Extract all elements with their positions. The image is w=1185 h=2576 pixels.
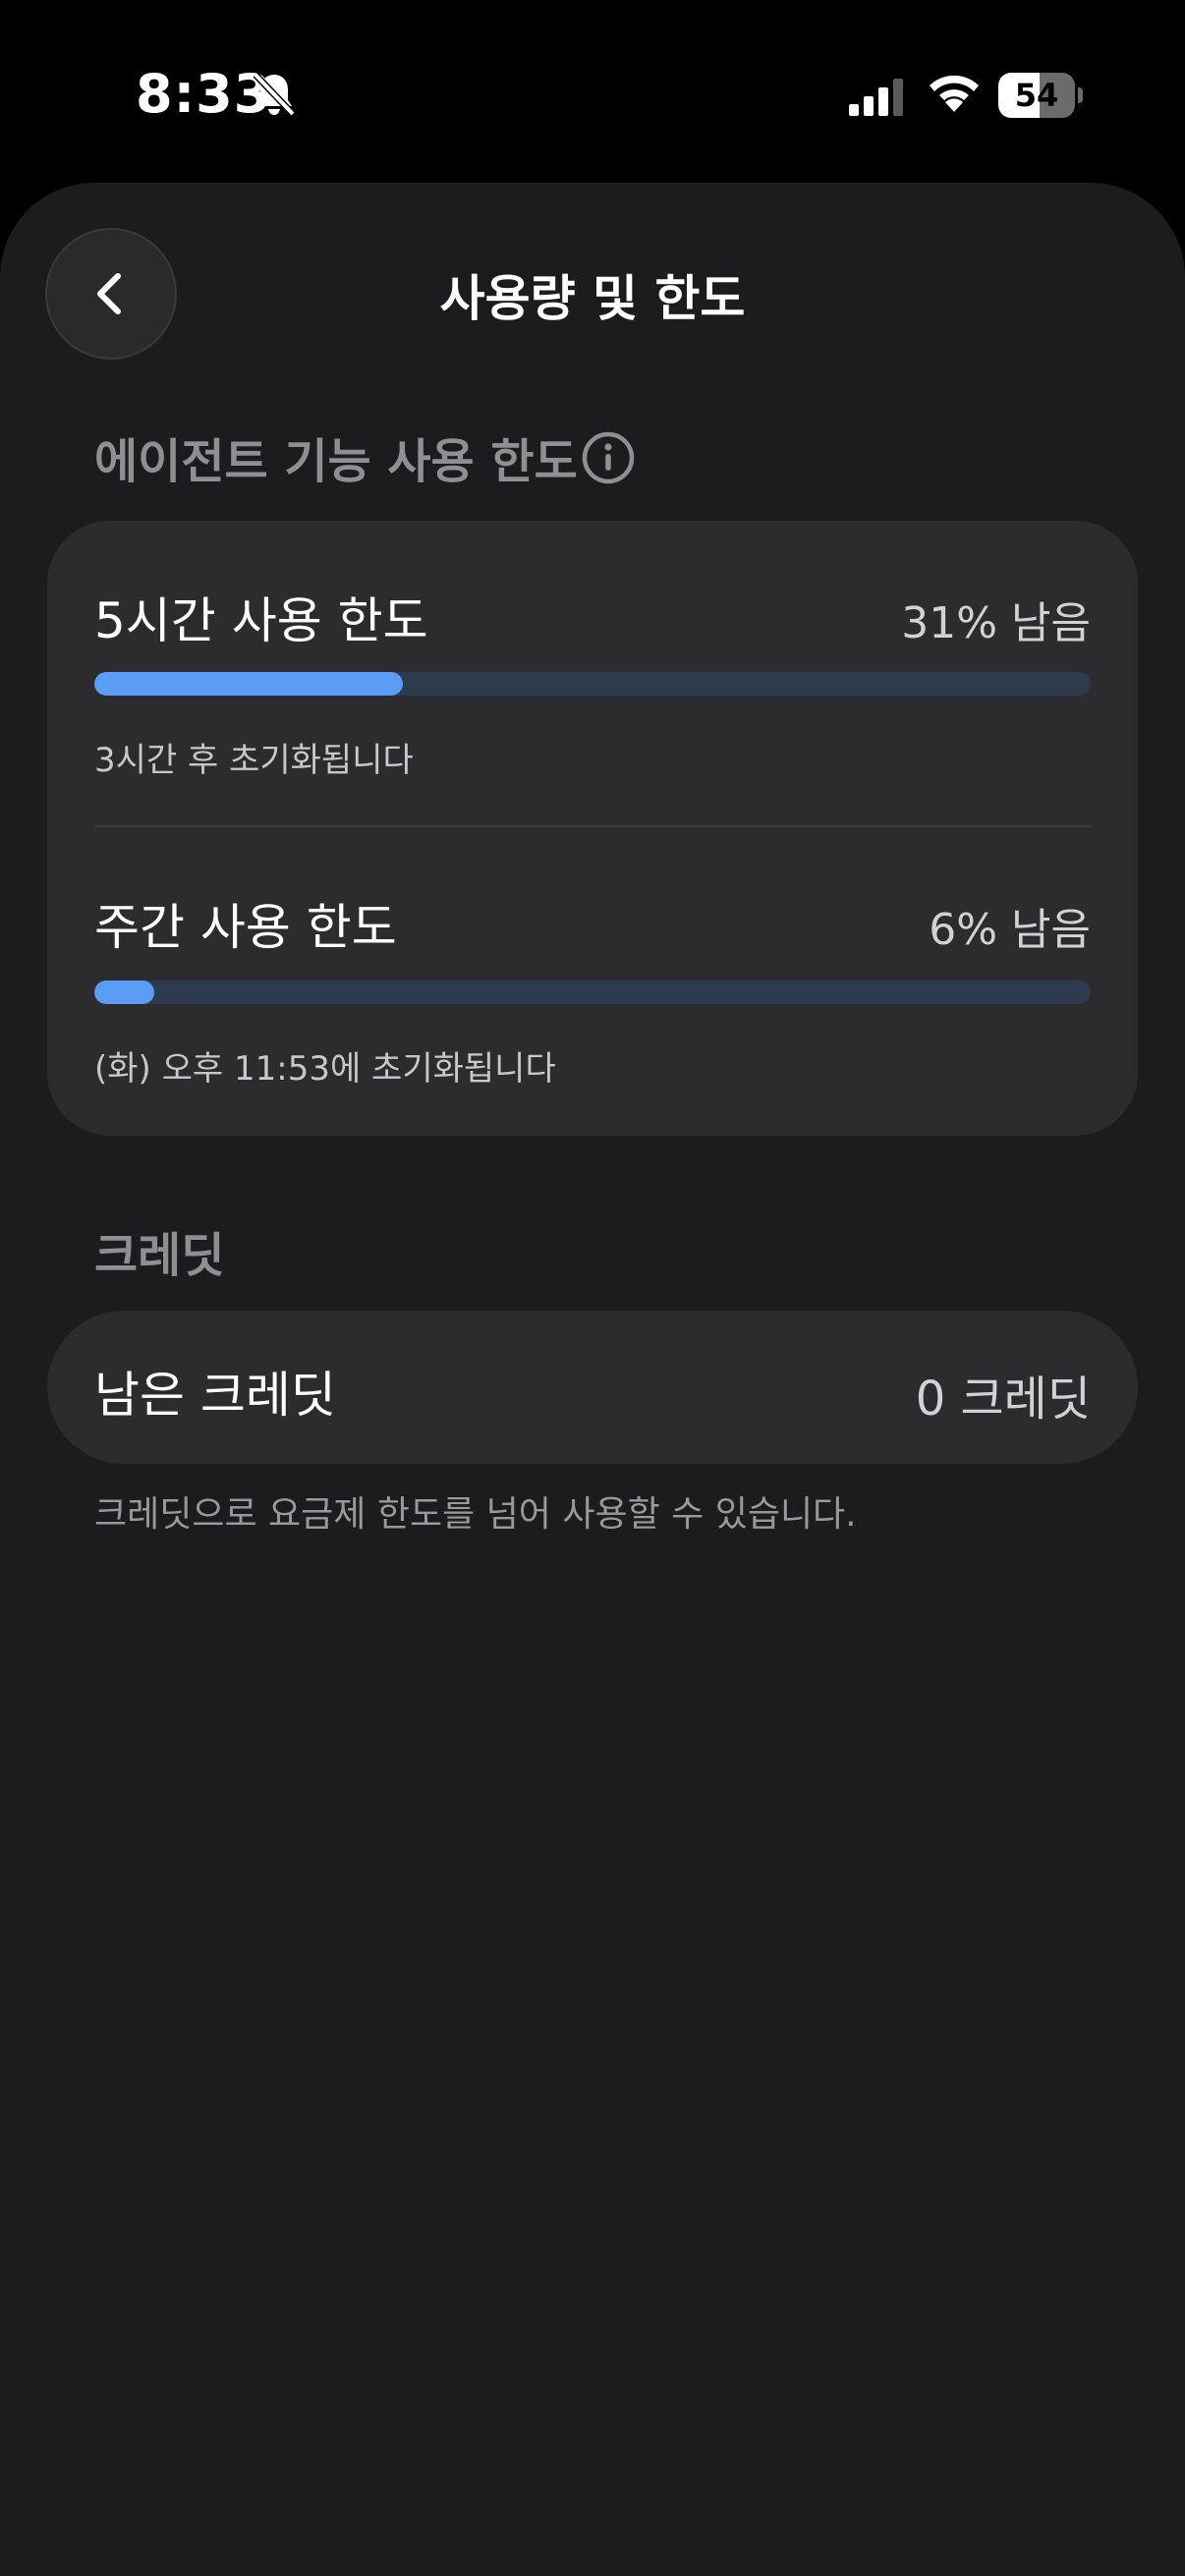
five-hour-limit-progress-bar	[94, 672, 1091, 696]
usage-sheet: 사용량 및 한도 에이전트 기능 사용 한도 5시간 사용 한도 31% 남음 …	[0, 183, 1185, 2576]
credits-footnote: 크레딧으로 요금제 한도를 넘어 사용할 수 있습니다.	[94, 1494, 857, 1535]
screen: 8:33 54 사용량 및 한도 에이전트 기능 사용 한도 5시간 사용 한도…	[0, 0, 1185, 2576]
battery-level-text: 54	[1014, 77, 1059, 114]
battery-indicator: 54	[998, 73, 1083, 118]
credits-section-label: 크레딧	[94, 1228, 225, 1283]
battery-body: 54	[998, 73, 1075, 118]
status-bar: 8:33 54	[0, 0, 1185, 187]
agent-limits-section-label: 에이전트 기능 사용 한도	[94, 434, 578, 489]
remaining-credits-title: 남은 크레딧	[94, 1367, 336, 1424]
weekly-limit-remaining: 6% 남음	[929, 905, 1091, 955]
five-hour-limit-progress-fill	[94, 672, 404, 696]
battery-cap	[1078, 87, 1083, 103]
weekly-limit-title: 주간 사용 한도	[94, 899, 397, 956]
page-title: 사용량 및 한도	[439, 270, 746, 327]
five-hour-limit-reset-text: 3시간 후 초기화됩니다	[94, 741, 414, 780]
bell-slash-icon	[253, 72, 296, 117]
credits-card: 남은 크레딧 0 크레딧	[47, 1311, 1138, 1464]
agent-limits-card: 5시간 사용 한도 31% 남음 3시간 후 초기화됩니다 주간 사용 한도 6…	[47, 521, 1138, 1136]
wifi-icon	[930, 75, 979, 112]
five-hour-limit-remaining: 31% 남음	[901, 598, 1091, 648]
five-hour-limit-title: 5시간 사용 한도	[94, 592, 428, 649]
weekly-limit-reset-text: (화) 오후 11:53에 초기화됩니다	[94, 1049, 556, 1089]
remaining-credits-value: 0 크레딧	[915, 1372, 1091, 1427]
cellular-signal-icon	[849, 79, 903, 116]
info-icon[interactable]	[581, 430, 636, 485]
weekly-limit-progress-fill	[94, 980, 154, 1004]
weekly-limit-progress-bar	[94, 980, 1091, 1004]
card-divider	[94, 825, 1091, 827]
